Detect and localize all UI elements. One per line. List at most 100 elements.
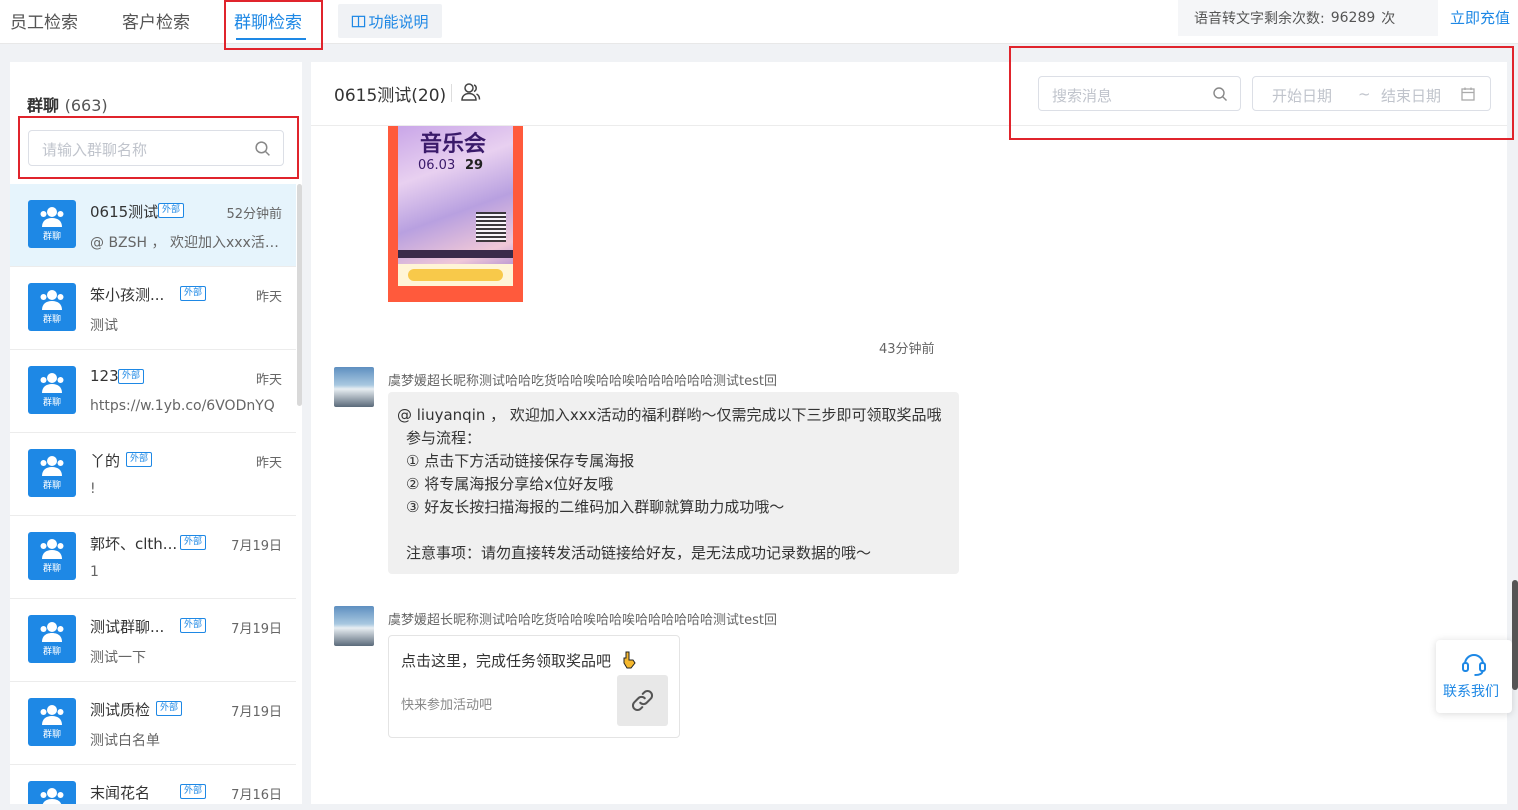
message-line: ③ 好友长按扫描海报的二维码加入群聊就算助力成功哦～ [406,498,785,516]
group-preview: @ BZSH ， 欢迎加入xxx活动的福利群哟～仅需完成以下三步即可领取奖品哦 [90,235,290,251]
external-badge: 外部 [180,286,207,301]
group-preview: 测试一下 [90,650,146,666]
avatar: 群聊 [28,698,76,746]
group-preview: 测试白名单 [90,733,160,749]
list-item[interactable]: 群聊 测试群聊... 外部 7月19日 测试一下 [10,599,296,682]
card-title: 点击这里，完成任务领取奖品吧 [401,652,612,670]
message-bubble: @ liuyanqin ， 欢迎加入xxx活动的福利群哟～仅需完成以下三步即可领… [388,392,959,574]
group-count: (663) [64,96,108,115]
sidebar-title: 群聊 (663) [27,92,108,116]
avatar-label: 群聊 [42,564,61,574]
tab-customer-search[interactable]: 客户检索 [122,8,190,33]
message-line: 注意事项：请勿直接转发活动链接给好友，是无法成功记录数据的哦～ [406,544,872,562]
card-link-thumb [617,675,668,726]
group-time: 7月19日 [231,622,282,637]
book-icon [352,15,366,27]
external-badge: 外部 [126,452,153,467]
list-item[interactable]: 群聊 123 外部 昨天 https://w.1yb.co/6VODnYQ [10,350,296,433]
group-name: 0615测试 [90,203,159,221]
contact-us-button[interactable]: 联系我们 [1436,640,1512,713]
list-item[interactable]: 群聊 测试质检 外部 7月19日 测试白名单 [10,682,296,765]
external-badge: 外部 [180,535,207,550]
group-icon [40,705,64,725]
quota-unit: 次 [1381,11,1396,27]
list-item[interactable]: 群聊 丫的 外部 昨天 ! [10,433,296,516]
avatar: 群聊 [28,449,76,497]
chat-panel: 0615测试(20) 搜索消息 开始日期 ~ 结束日期 音乐会 06.03 29… [311,62,1507,804]
card-description: 快来参加活动吧 [401,698,493,713]
avatar: 群聊 [28,532,76,580]
recharge-link[interactable]: 立即充值 [1450,7,1510,28]
avatar: 群聊 [28,366,76,414]
quota-value: 96289 [1330,10,1376,26]
sender-name: 虞梦媛超长昵称测试哈哈吃货哈哈唉哈哈唉哈哈哈哈哈哈测试test回 [388,613,777,628]
avatar-label: 群聊 [42,232,61,242]
group-icon [40,373,64,393]
list-item[interactable]: 群聊 郭坏、clth... 外部 7月19日 1 [10,516,296,599]
external-badge: 外部 [180,618,207,633]
group-time: 7月19日 [231,539,282,554]
group-time: 52分钟前 [226,207,282,222]
quota-label: 语音转文字剩余次数: [1194,11,1325,27]
poster-logo: 音乐会 [420,131,487,157]
qr-code [476,212,506,242]
message-line: 参与流程： [406,429,482,447]
avatar-label: 群聊 [42,315,61,325]
list-item[interactable]: 群聊 笨小孩测... 外部 昨天 测试 [10,267,296,350]
tab-employee-search[interactable]: 员工检索 [10,8,78,33]
highlight-box-filters [1009,46,1514,140]
message-line: @ liuyanqin ， 欢迎加入xxx活动的福利群哟～仅需完成以下三步即可领… [397,406,942,424]
external-badge: 外部 [158,203,185,218]
external-badge: 外部 [180,784,207,799]
message-line: ② 将专属海报分享给x位好友哦 [406,475,614,493]
group-icon [40,290,64,310]
list-item[interactable]: 群聊 0615测试 外部 52分钟前 @ BZSH ， 欢迎加入xxx活动的福利… [10,184,296,267]
avatar[interactable] [334,606,374,646]
group-name: 123 [90,367,119,385]
group-name: 末闻花名 [90,784,151,802]
chat-title: 0615测试(20) [334,86,447,106]
group-name: 测试质检 [90,701,151,719]
group-name: 笨小孩测... [90,286,165,304]
members-icon[interactable] [459,81,481,103]
headset-icon [1462,654,1486,676]
group-icon [40,207,64,227]
list-item[interactable]: 群聊 末闻花名 外部 7月16日 [10,765,296,804]
group-time: 昨天 [255,373,282,388]
help-button[interactable]: 功能说明 [338,4,442,38]
group-name: 丫的 [90,452,121,470]
poster-footer [398,250,513,258]
group-preview: 测试 [90,318,118,334]
avatar-label: 群聊 [42,398,61,408]
group-icon [40,788,64,804]
sender-name: 虞梦媛超长昵称测试哈哈吃货哈哈唉哈哈唉哈哈哈哈哈哈测试test回 [388,374,777,389]
poster-number: 29 [465,158,484,173]
poster-button-shape [408,269,503,281]
group-preview: 1 [90,564,99,580]
poster-date: 06.03 [418,158,456,173]
group-time: 7月19日 [231,705,282,720]
avatar-label: 群聊 [42,730,61,740]
pointing-hand-icon [623,651,636,669]
message-timestamp: 43分钟前 [879,342,935,357]
divider [451,84,452,102]
sidebar-scrollbar[interactable] [297,184,302,406]
avatar: 群聊 [28,283,76,331]
avatar-label: 群聊 [42,647,61,657]
group-list: 群聊 0615测试 外部 52分钟前 @ BZSH ， 欢迎加入xxx活动的福利… [10,184,296,804]
group-name: 郭坏、clth... [90,535,178,553]
poster-image[interactable]: 音乐会 06.03 29 [388,126,523,302]
page-scrollbar[interactable] [1512,580,1518,690]
highlight-box-tab [224,0,323,50]
group-time: 7月16日 [231,788,282,803]
top-bar: 员工检索 客户检索 群聊检索 功能说明 语音转文字剩余次数: 96289 次 立… [0,0,1518,50]
group-name: 测试群聊... [90,618,165,636]
avatar[interactable] [334,367,374,407]
voice-quota: 语音转文字剩余次数: 96289 次 [1178,0,1438,36]
group-time: 昨天 [255,456,282,471]
group-icon [40,539,64,559]
avatar: 群聊 [28,781,76,804]
message-line: ① 点击下方活动链接保存专属海报 [406,452,635,470]
avatar-label: 群聊 [42,481,61,491]
link-card[interactable]: 点击这里，完成任务领取奖品吧 快来参加活动吧 [388,635,680,738]
